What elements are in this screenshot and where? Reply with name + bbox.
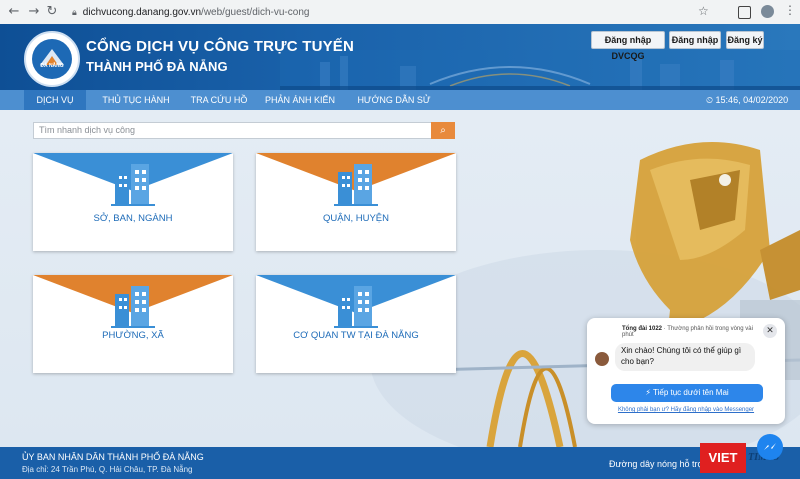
messenger-login-link[interactable]: Không phải bạn ư? Hãy đăng nhập vào Mess… [587, 407, 785, 413]
address-bar[interactable]: 🔒︎ dichvucong.danang.gov.vn/web/guest/dic… [72, 4, 712, 20]
building-icon [111, 286, 155, 328]
forward-icon[interactable]: → [26, 4, 42, 20]
clock-icon: ⏲︎ [706, 96, 714, 106]
city-logo[interactable]: ĐÀ NẴNG [24, 31, 80, 87]
lock-icon: 🔒︎ [72, 7, 77, 17]
card-label: CƠ QUAN TW TẠI ĐÀ NẴNG [293, 330, 419, 341]
nav-thu-tuc-hanh-chinh[interactable]: THỦ TỤC HÀNH CHÍNH [92, 90, 180, 125]
clock-text: 15:46, 04/02/2020 [715, 95, 789, 105]
building-icon [334, 286, 378, 328]
city-skyline-banner [280, 50, 800, 90]
nav-phan-anh-kien-nghi[interactable]: PHẢN ÁNH KIẾN NGHỊ [258, 90, 342, 125]
site-subtitle: THÀNH PHỐ ĐÀ NẴNG [86, 59, 228, 74]
url-path: /web/guest/dich-vu-cong [201, 7, 310, 18]
nav-huong-dan-su-dung[interactable]: HƯỚNG DẪN SỬ DỤNG [348, 90, 440, 125]
back-icon[interactable]: ← [6, 4, 22, 20]
bookmark-star-icon[interactable]: ☆ [698, 4, 709, 18]
footer-hotline: Đường dây nóng hỗ trợ: [609, 459, 706, 469]
site-footer: ỦY BAN NHÂN DÂN THÀNH PHỐ ĐÀ NẴNG Địa ch… [0, 447, 800, 479]
login-dvcqg-button[interactable]: Đăng nhập DVCQG [591, 31, 665, 61]
viettimes-watermark-viet: VIET [700, 443, 746, 473]
messenger-bubble-button[interactable] [757, 434, 783, 460]
url-host: dichvucong.danang.gov.vn [82, 7, 202, 18]
register-button[interactable]: Đăng ký [726, 31, 764, 49]
card-label: PHƯỜNG, XÃ [102, 330, 164, 341]
profile-avatar[interactable] [761, 5, 774, 18]
more-menu-icon[interactable]: ⋮ [784, 3, 796, 17]
messenger-icon [764, 443, 776, 450]
building-icon [334, 164, 378, 206]
footer-org: ỦY BAN NHÂN DÂN THÀNH PHỐ ĐÀ NẴNG [22, 452, 204, 462]
search-input[interactable]: Tìm nhanh dịch vụ công [33, 122, 436, 139]
site-title: CỔNG DỊCH VỤ CÔNG TRỰC TUYẾN [86, 38, 355, 55]
login-button[interactable]: Đăng nhập [669, 31, 721, 49]
main-nav: DỊCH VỤ CÔNG THỦ TỤC HÀNH CHÍNH TRA CỨU … [0, 90, 800, 125]
messenger-chat-popup: Tổng đài 1022 · Thường phản hồi trong vò… [587, 318, 785, 424]
site-header: ĐÀ NẴNG CỔNG DỊCH VỤ CÔNG TRỰC TUYẾN THÀ… [0, 24, 800, 90]
footer-address: Địa chỉ: 24 Trần Phú, Q. Hải Châu, TP. Đ… [22, 465, 193, 474]
continue-label: Tiếp tục dưới tên Mai [653, 388, 729, 397]
card-so-ban-nganh[interactable]: SỞ, BAN, NGÀNH [33, 153, 233, 251]
extension-icon[interactable] [738, 6, 751, 19]
avatar [595, 352, 609, 366]
chat-message: Xin chào! Chúng tôi có thể giúp gì cho b… [615, 343, 755, 371]
card-phuong-xa[interactable]: PHƯỜNG, XÃ [33, 275, 233, 373]
card-label: QUẬN, HUYỆN [323, 213, 389, 224]
chat-header: Tổng đài 1022 · Thường phản hồi trong vò… [622, 326, 762, 338]
search-icon: ⌕ [440, 125, 446, 136]
reload-icon[interactable]: ↻ [44, 4, 60, 20]
clock: ⏲︎ 15:46, 04/02/2020 [706, 90, 788, 110]
logo-text: ĐÀ NẴNG [40, 63, 64, 69]
card-co-quan-tw[interactable]: CƠ QUAN TW TẠI ĐÀ NẴNG [256, 275, 456, 373]
messenger-icon: ⚡︎ [645, 388, 651, 397]
search-button[interactable]: ⌕ [431, 122, 455, 139]
card-quan-huyen[interactable]: QUẬN, HUYỆN [256, 153, 456, 251]
continue-as-button[interactable]: ⚡︎ Tiếp tục dưới tên Mai [611, 384, 763, 402]
close-icon[interactable]: ✕ [763, 324, 777, 338]
nav-tra-cuu-ho-so[interactable]: TRA CỨU HỒ SƠ [186, 90, 252, 125]
browser-toolbar: ← → ↻ 🔒︎ dichvucong.danang.gov.vn/web/gue… [0, 0, 800, 25]
card-label: SỞ, BAN, NGÀNH [93, 213, 173, 224]
nav-dich-vu-cong[interactable]: DỊCH VỤ CÔNG [24, 90, 86, 125]
building-icon [111, 164, 155, 206]
